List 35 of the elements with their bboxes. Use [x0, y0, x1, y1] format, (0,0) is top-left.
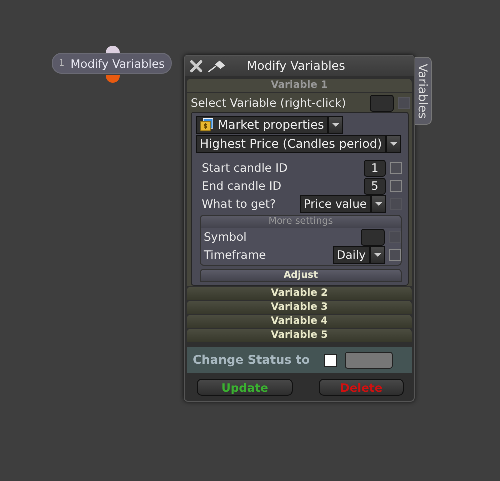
input-field[interactable]: 5 — [364, 178, 386, 194]
field-label: Symbol — [204, 230, 248, 244]
variable-slot[interactable] — [370, 94, 394, 112]
output-port-icon[interactable] — [106, 75, 120, 83]
node-title: Modify Variables — [70, 56, 166, 70]
checkbox[interactable] — [389, 249, 401, 261]
section-header[interactable]: Variable 4 — [187, 315, 412, 328]
side-tab[interactable]: Variables — [415, 57, 432, 125]
field-label: Timeframe — [204, 248, 268, 262]
field-label: Start candle ID — [202, 161, 289, 175]
close-icon[interactable] — [190, 60, 203, 72]
money-icon — [200, 118, 214, 132]
status-checkbox[interactable] — [324, 354, 337, 366]
field-label: End candle ID — [202, 179, 283, 193]
section-header[interactable]: Variable 2 — [187, 287, 412, 300]
node-pill[interactable]: 1 Modify Variables — [52, 53, 172, 74]
select-variable-label: Select Variable (right-click) — [191, 96, 348, 110]
category-dropdown[interactable]: Market properties — [196, 116, 328, 134]
pin-icon[interactable] — [207, 60, 227, 72]
section-header[interactable]: Variable 3 — [187, 301, 412, 314]
value-dropdown[interactable]: Daily — [332, 246, 370, 264]
node-index: 1 — [59, 58, 65, 68]
input-field[interactable]: 1 — [364, 160, 386, 176]
property-dropdown[interactable]: Highest Price (Candles period) — [196, 135, 386, 153]
status-field[interactable] — [344, 352, 393, 368]
input-field[interactable] — [361, 228, 385, 246]
adjust-button[interactable]: Adjust — [200, 269, 402, 282]
value-dropdown[interactable]: Price value — [300, 195, 371, 213]
field-label: What to get? — [202, 197, 278, 211]
section-header[interactable]: Variable 5 — [187, 329, 412, 342]
checkbox[interactable] — [390, 162, 402, 174]
checkbox[interactable] — [390, 180, 402, 192]
window-title: Modify Variables — [247, 59, 346, 73]
status-label: Change Status to — [193, 353, 310, 367]
update-button[interactable]: Update — [197, 379, 293, 396]
